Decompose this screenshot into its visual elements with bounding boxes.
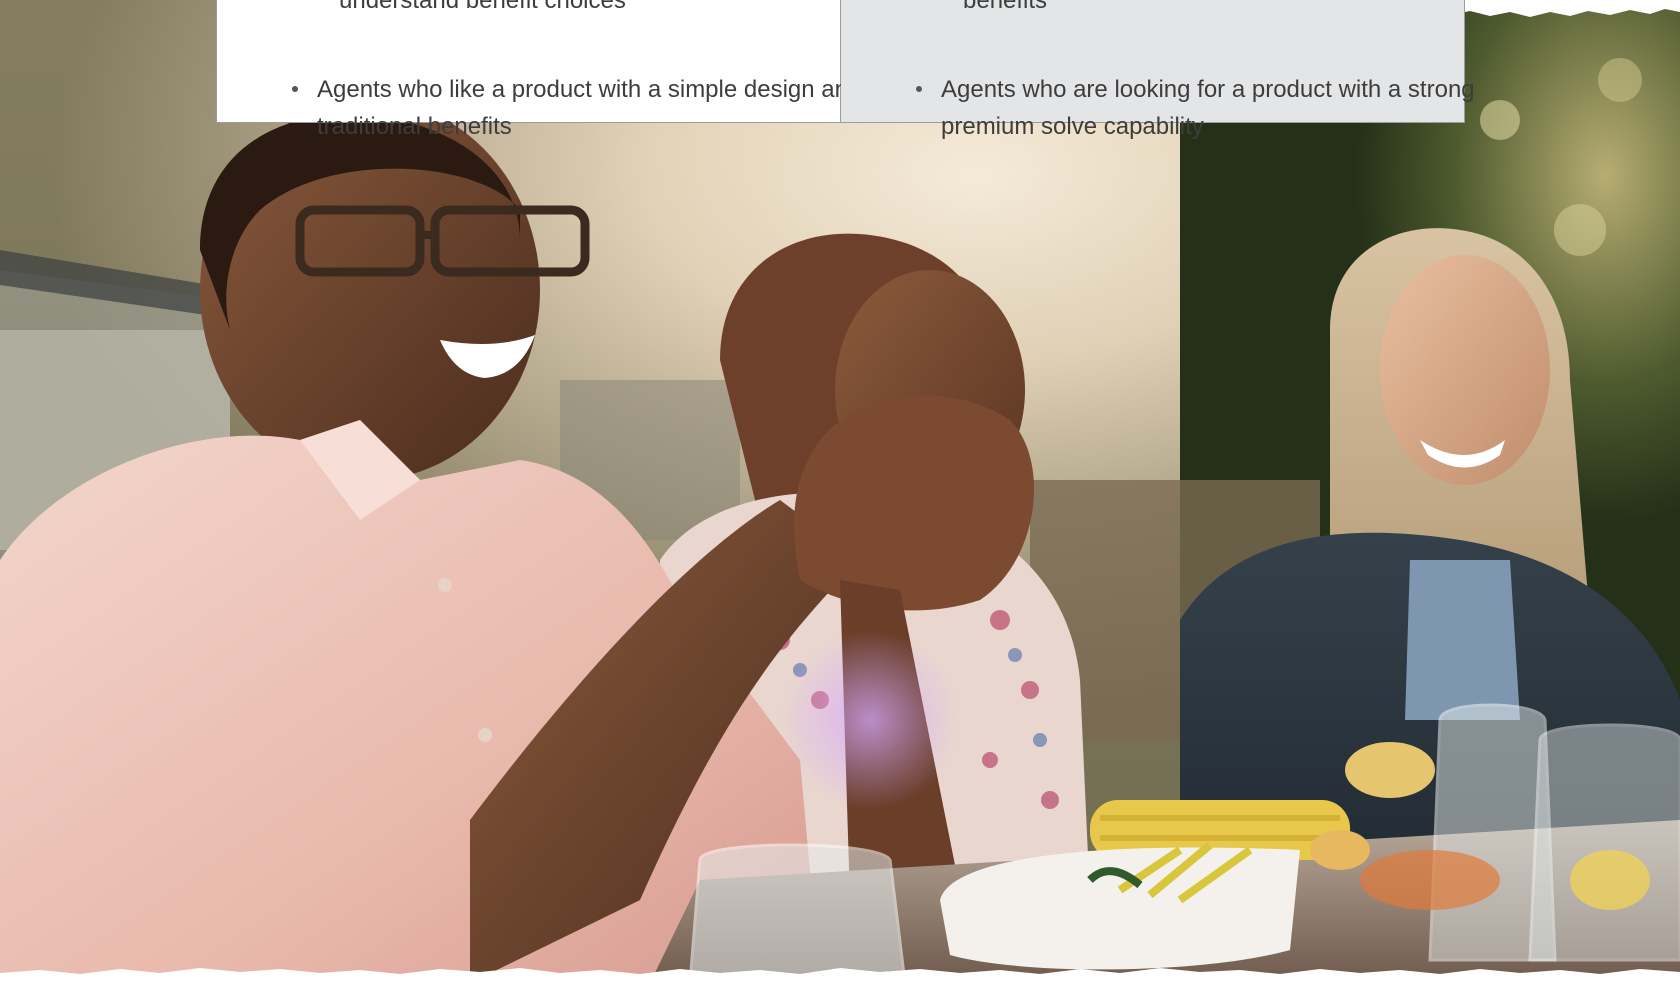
bullet-icon — [916, 86, 922, 92]
list-item: understand benefit choices — [339, 0, 888, 19]
comparison-table: understand benefit choices Agents who li… — [216, 0, 1475, 140]
list-item-text: understand benefit choices — [339, 0, 626, 14]
list-item-text: benefits — [963, 0, 1048, 14]
table-column-right: benefits Agents who are looking for a pr… — [841, 0, 1475, 140]
document-page: understand benefit choices Agents who li… — [0, 0, 1680, 983]
list-item-text: Agents who like a product with a simple … — [317, 76, 862, 140]
list-item: benefits — [963, 0, 1512, 19]
left-bullet-list: understand benefit choices Agents who li… — [267, 0, 861, 140]
list-item-text: Agents who are looking for a product wit… — [941, 76, 1475, 140]
list-item: Agents who like a product with a simple … — [292, 71, 866, 145]
right-bullet-list: benefits Agents who are looking for a pr… — [891, 0, 1475, 140]
hero-photo — [0, 0, 1680, 983]
torn-edge-bottom — [0, 968, 1680, 983]
bullet-icon — [292, 86, 298, 92]
table-column-left: understand benefit choices Agents who li… — [217, 0, 861, 140]
list-item: Agents who are looking for a product wit… — [916, 71, 1490, 145]
